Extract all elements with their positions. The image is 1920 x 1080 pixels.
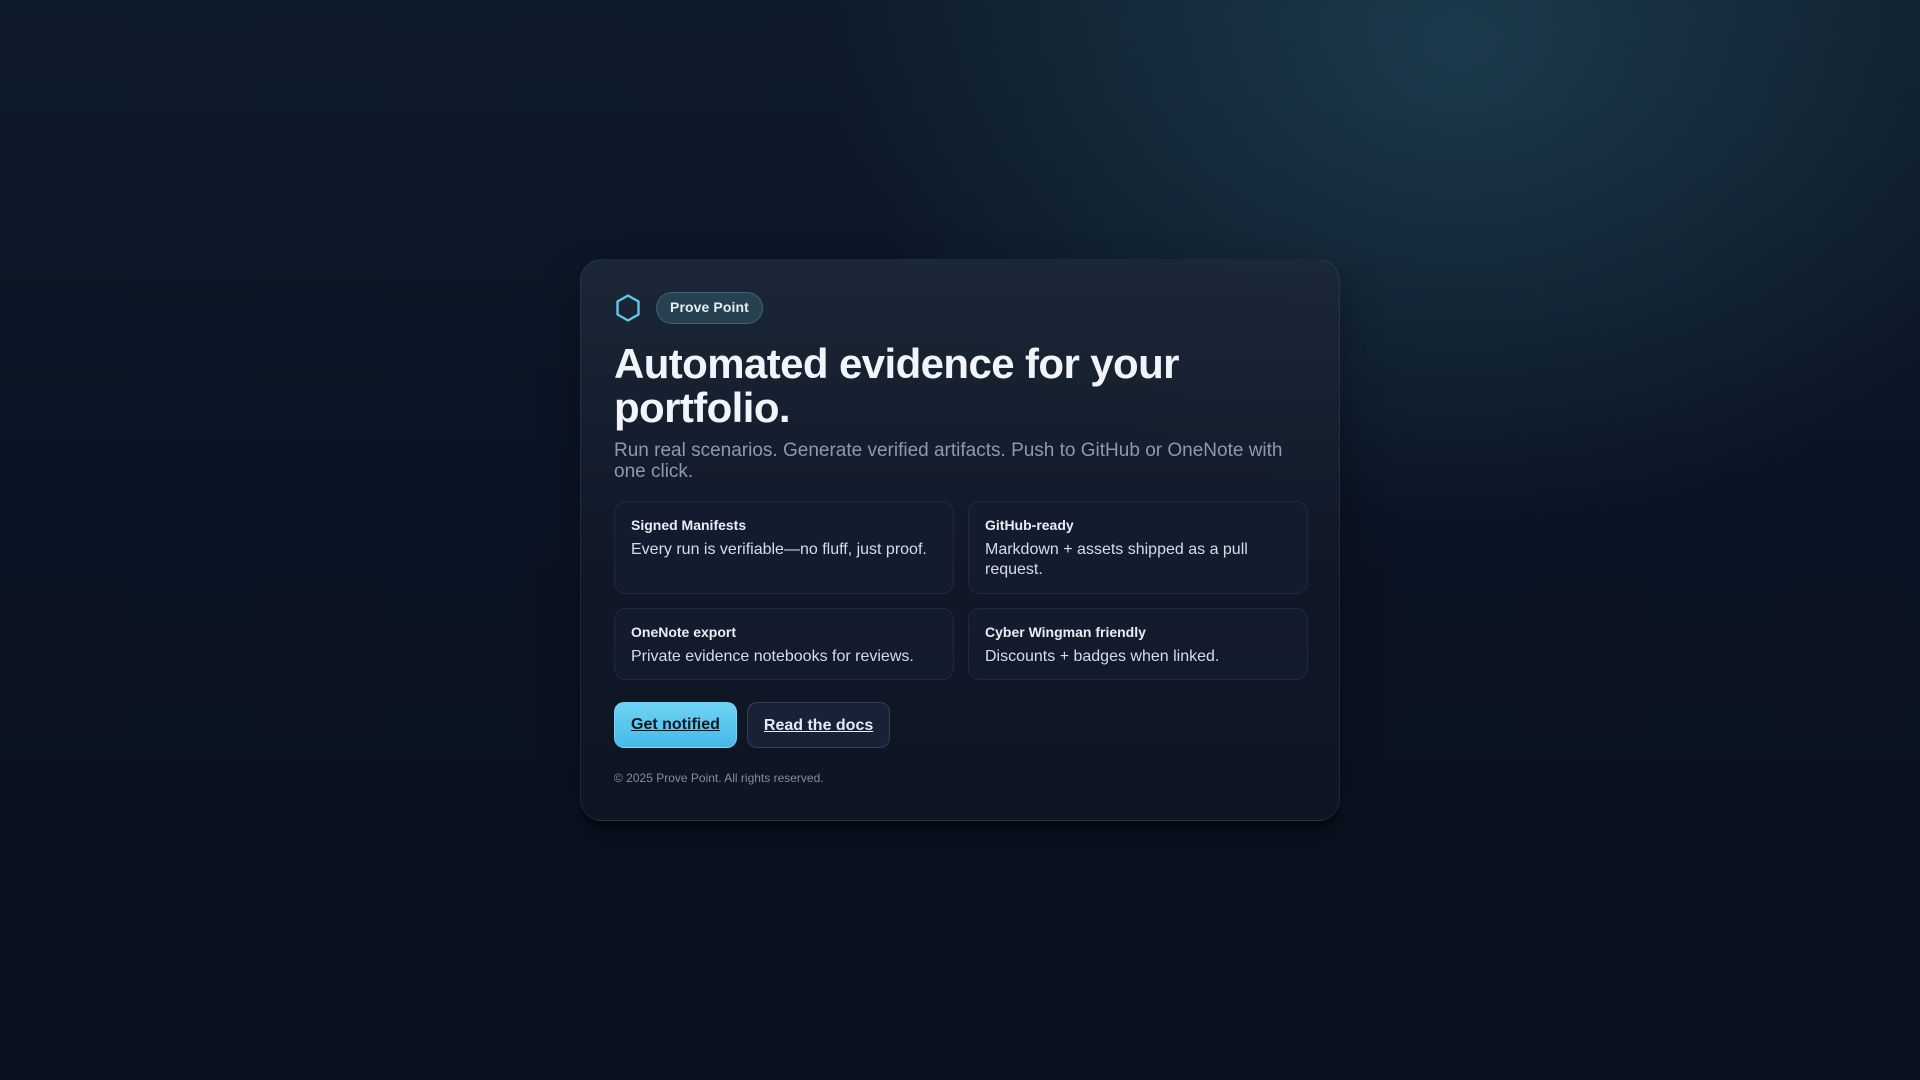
feature-card-cyber-wingman: Cyber Wingman friendly Discounts + badge… xyxy=(968,608,1308,680)
landing-card: Prove Point Automated evidence for your … xyxy=(580,259,1340,821)
get-notified-button[interactable]: Get notified xyxy=(614,702,737,748)
read-docs-button[interactable]: Read the docs xyxy=(746,702,891,748)
feature-description: Discounts + badges when linked. xyxy=(985,648,1220,665)
hexagon-icon xyxy=(614,293,642,323)
feature-title: GitHub-ready xyxy=(985,517,1074,533)
feature-card-signed-manifests: Signed Manifests Every run is verifiable… xyxy=(614,501,954,594)
feature-title: Signed Manifests xyxy=(631,517,747,533)
feature-description: Private evidence notebooks for reviews. xyxy=(631,648,914,665)
action-row: Get notified Read the docs xyxy=(614,702,1307,748)
feature-title: Cyber Wingman friendly xyxy=(985,624,1146,640)
feature-grid: Signed Manifests Every run is verifiable… xyxy=(614,501,1308,680)
feature-card-github-ready: GitHub-ready Markdown + assets shipped a… xyxy=(968,501,1308,594)
feature-title: OneNote export xyxy=(631,624,737,640)
feature-description: Markdown + assets shipped as a pull requ… xyxy=(985,541,1248,578)
page-title: Automated evidence for your portfolio. xyxy=(614,340,1180,431)
feature-card-onenote-export: OneNote export Private evidence notebook… xyxy=(614,608,954,680)
page-subtitle: Run real scenarios. Generate verified ar… xyxy=(614,440,1283,482)
footer-copyright: © 2025 Prove Point. All rights reserved. xyxy=(614,771,824,785)
brand-badge: Prove Point xyxy=(656,292,763,324)
feature-description: Every run is verifiable—no fluff, just p… xyxy=(631,541,927,558)
brand-row: Prove Point xyxy=(614,292,1307,324)
